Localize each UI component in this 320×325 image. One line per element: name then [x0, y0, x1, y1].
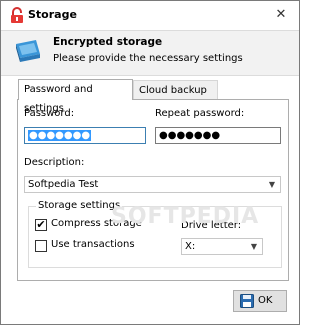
watermark: SOFTPEDIA — [111, 204, 260, 229]
title-bar: Storage ✕ — [1, 1, 299, 30]
description-value: Softpedia Test — [28, 179, 99, 190]
header-title: Encrypted storage — [53, 36, 163, 48]
description-combo[interactable]: Softpedia Test ▼ — [24, 176, 281, 193]
drive-letter-combo[interactable]: X: ▼ — [181, 238, 263, 255]
checkmark-icon: ✔ — [36, 218, 46, 231]
storage-dialog: Storage ✕ Encrypted storage Please provi… — [0, 0, 300, 325]
close-icon[interactable]: ✕ — [273, 7, 289, 23]
tab-cloud-backup[interactable]: Cloud backup — [133, 80, 218, 99]
tab-pane-password-settings: Password: ●●●●●●● Repeat password: ●●●●●… — [17, 99, 289, 281]
tab-strip: Password and settings Cloud backup — [18, 79, 288, 114]
padlock-icon — [11, 7, 23, 23]
ok-button[interactable]: OK — [233, 290, 287, 312]
tab-password-settings[interactable]: Password and settings — [18, 79, 133, 114]
header-subtitle: Please provide the necessary settings — [53, 53, 243, 64]
password-value: ●●●●●●● — [28, 130, 92, 141]
ok-label: OK — [258, 295, 273, 306]
storage-settings-title: Storage settings — [36, 200, 123, 211]
header-panel: Encrypted storage Please provide the nec… — [1, 30, 299, 76]
use-transactions-checkbox[interactable] — [35, 240, 47, 252]
repeat-password-label: Repeat password: — [155, 108, 245, 119]
chevron-down-icon[interactable]: ▼ — [269, 177, 275, 192]
repeat-password-field[interactable]: ●●●●●●● — [155, 127, 281, 144]
password-field[interactable]: ●●●●●●● — [24, 127, 146, 144]
use-transactions-label[interactable]: Use transactions — [51, 239, 135, 250]
window-title: Storage — [28, 8, 77, 21]
compress-storage-checkbox[interactable]: ✔ — [35, 219, 47, 231]
description-label: Description: — [24, 157, 85, 168]
chevron-down-icon[interactable]: ▼ — [251, 239, 257, 254]
drive-letter-value: X: — [185, 241, 196, 252]
repeat-password-value: ●●●●●●● — [159, 130, 221, 141]
floppy-disk-icon — [240, 294, 254, 308]
hard-drive-icon — [16, 40, 40, 62]
